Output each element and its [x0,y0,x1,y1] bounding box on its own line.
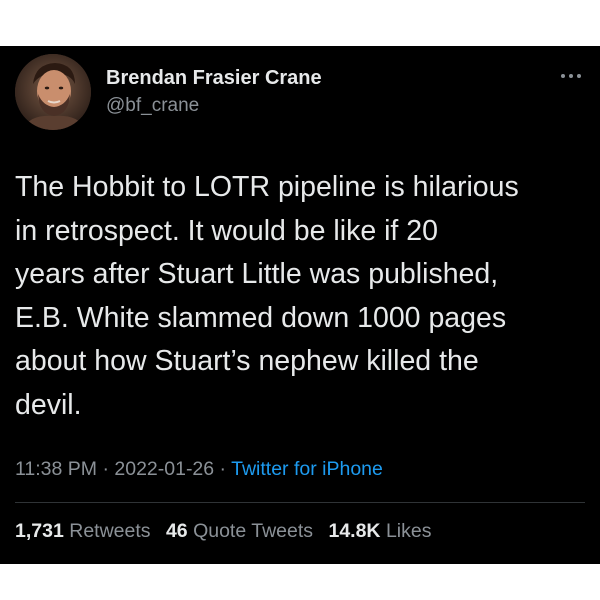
meta-separator: · [102,458,109,480]
tweet-date[interactable]: 2022-01-26 [114,458,214,480]
divider [15,502,585,503]
tweet-stats: 1,731 Retweets 46 Quote Tweets 14.8K Lik… [15,520,431,543]
likes-stat[interactable]: 14.8K Likes [328,520,431,542]
tweet-text: The Hobbit to LOTR pipeline is hilarious… [15,166,587,427]
quote-tweets-stat[interactable]: 46 Quote Tweets [166,520,313,542]
more-options-icon[interactable] [557,68,585,84]
tweet-card: Brendan Frasier Crane @bf_crane The Hobb… [0,46,600,564]
tweet-line: years after Stuart Little was published, [15,258,499,290]
tweet-line: The Hobbit to LOTR pipeline is hilarious [15,171,519,203]
quote-tweets-label: Quote Tweets [193,520,314,542]
tweet-source-link[interactable]: Twitter for iPhone [231,458,383,480]
retweets-count: 1,731 [15,520,64,542]
tweet-line: E.B. White slammed down 1000 pages [15,301,507,334]
tweet-meta: 11:38 PM · 2022-01-26 · Twitter for iPho… [15,458,383,481]
retweets-stat[interactable]: 1,731 Retweets [15,520,151,542]
author-name[interactable]: Brendan Frasier Crane [106,67,322,90]
quote-tweets-count: 46 [165,520,188,542]
author-handle[interactable]: @bf_crane [106,95,199,117]
avatar[interactable] [15,54,91,130]
avatar-photo [15,54,91,130]
tweet-line: devil. [15,388,82,421]
retweets-label: Retweets [69,520,151,542]
tweet-time[interactable]: 11:38 PM [15,458,97,480]
likes-count: 14.8K [328,520,381,542]
meta-separator: · [219,458,227,480]
tweet-line: in retrospect. It would be like if 20 [15,214,438,247]
likes-label: Likes [385,520,432,542]
tweet-line: about how Stuart’s nephew killed the [15,345,479,377]
